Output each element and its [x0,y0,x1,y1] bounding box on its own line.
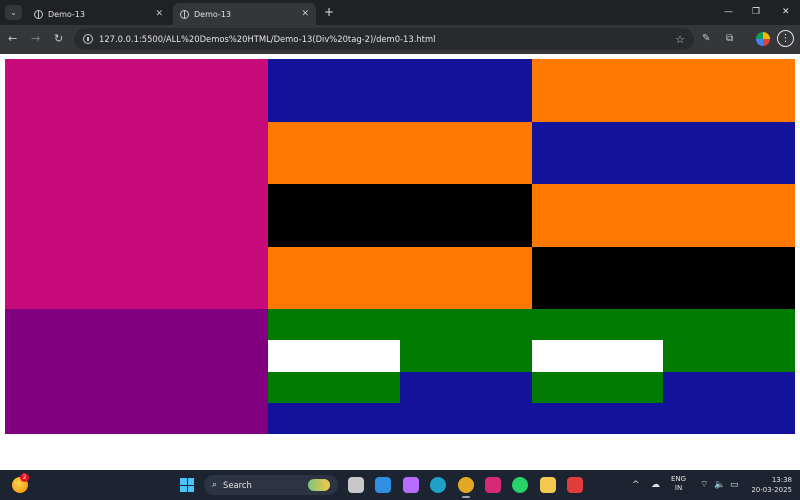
window-close-icon[interactable]: ✕ [782,5,790,19]
search-label: Search [223,480,252,490]
navy-band [268,402,795,434]
start-tile [180,478,187,485]
forward-arrow-icon[interactable]: → [31,32,40,46]
globe-icon [34,9,43,19]
orange-block-4 [268,246,532,309]
tray-chevron-icon[interactable]: ^ [632,478,640,492]
edge-icon[interactable] [430,477,447,493]
search-icon: ⌕ [212,480,218,490]
close-icon[interactable]: ✕ [155,9,163,19]
star-icon[interactable]: ☆ [675,33,685,46]
start-tile [187,485,194,492]
browser-toolbar: ← → ↻ 127.0.0.1:5500/ALL%20Demos%20HTML/… [0,25,800,54]
tab-demo-13-active[interactable]: Demo-13 ✕ [173,3,316,25]
start-tile [180,485,187,492]
puzzle-icon[interactable]: ⧉ [726,32,733,46]
instagram-icon[interactable] [485,477,501,493]
color-block-grid [5,59,795,434]
search-highlight-icon [308,479,330,491]
green-block-3 [268,371,400,403]
copilot-icon[interactable] [402,477,419,493]
green-block-4 [531,371,664,403]
navy-block-3 [400,371,532,403]
file-explorer-icon[interactable] [539,477,556,493]
green-block-2 [663,340,795,372]
kebab-menu-icon[interactable]: ⋮ [777,30,794,47]
clock-date: 20-03-2025 [751,486,792,494]
tab-title: Demo-13 [194,9,231,19]
chrome-icon[interactable] [457,477,474,498]
url-text[interactable]: 127.0.0.1:5500/ALL%20Demos%20HTML/Demo-1… [99,34,675,44]
start-tile [187,478,194,485]
taskbar-clock[interactable]: 13:38 20-03-2025 [748,475,792,495]
tab-strip: ⌄ Demo-13 ✕ Demo-13 ✕ + — ❐ ✕ [0,0,800,25]
navy-block-4 [663,371,795,403]
language-line-2: IN [674,484,683,492]
language-indicator[interactable]: ENG IN [671,475,686,493]
onedrive-cloud-icon[interactable]: ☁ [651,478,660,492]
whatsapp-icon[interactable] [512,477,529,493]
navy-block-1 [268,59,532,122]
screen-recorder-icon[interactable] [567,477,584,493]
magenta-block [5,59,269,309]
vscode-icon[interactable] [375,477,392,493]
taskbar-search-box[interactable]: ⌕ Search [204,475,338,495]
wifi-icon[interactable]: ⌔ [700,478,708,492]
windows-taskbar: 2 ⌕ Search ^ ☁ ENG IN ⌔ 🔈 ▭ 13:38 20-03-… [0,470,800,500]
plus-icon[interactable]: + [324,5,334,19]
orange-block-3 [531,184,795,247]
orange-block-1 [531,59,795,122]
tab-search-icon[interactable]: ⌄ [5,5,22,20]
black-block-2 [531,246,795,309]
tab-title: Demo-13 [48,9,85,19]
task-view-icon[interactable] [348,477,364,493]
white-block-2 [531,340,664,372]
purple-block [5,309,269,434]
minimize-icon[interactable]: — [724,5,733,19]
black-block-1 [268,184,532,247]
restore-icon[interactable]: ❐ [752,5,760,19]
back-arrow-icon[interactable]: ← [8,32,17,46]
pen-icon[interactable]: ✎ [702,32,710,46]
green-band [268,309,795,341]
profile-icon[interactable] [756,32,770,46]
navy-block-2 [531,121,795,184]
orange-block-2 [268,121,532,184]
volume-icon[interactable]: 🔈 [714,478,725,492]
green-block-1 [400,340,532,372]
white-block-1 [268,340,400,372]
notification-badge: 2 [20,473,29,482]
globe-icon [180,9,189,19]
address-bar[interactable]: 127.0.0.1:5500/ALL%20Demos%20HTML/Demo-1… [74,28,694,50]
reload-icon[interactable]: ↻ [54,32,63,46]
battery-icon[interactable]: ▭ [730,478,739,492]
page-viewport [0,54,800,470]
tab-demo-13-inactive[interactable]: Demo-13 ✕ [27,3,170,25]
close-icon[interactable]: ✕ [301,9,309,19]
clock-time: 13:38 [771,476,792,484]
language-line-1: ENG [671,475,687,483]
site-info-icon[interactable] [83,34,93,44]
windows-start-icon[interactable] [180,478,194,492]
